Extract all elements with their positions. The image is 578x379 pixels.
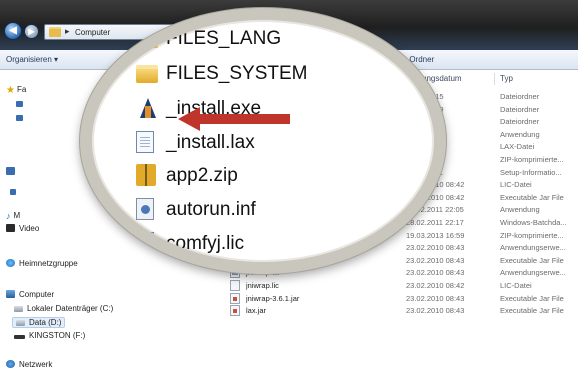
magnified-file-name: autorun.inf — [166, 199, 256, 220]
file-type: Anwendung — [500, 205, 540, 215]
nav-item-favorites[interactable]: ★ Fa — [6, 85, 26, 96]
file-row[interactable]: jniwrap.lic 23.02.2010 08:42 LIC-Datei — [222, 279, 578, 292]
jar-file-icon — [230, 292, 240, 304]
file-type: Setup-Informatio... — [500, 167, 562, 177]
file-name: jniwrap.lic — [246, 281, 279, 290]
homegroup-icon — [6, 259, 15, 267]
column-header-type[interactable]: Typ — [500, 74, 513, 83]
forward-arrow-icon: ▶ — [28, 27, 35, 36]
network-icon — [6, 360, 15, 368]
file-name: jniwrap-3.6.1.jar — [246, 293, 300, 303]
red-arrow-pointer — [178, 107, 290, 131]
nav-item-label: Computer — [19, 290, 55, 299]
file-type: Executable Jar File — [500, 255, 564, 265]
nav-item-music[interactable]: ♪ M — [6, 211, 20, 221]
back-arrow-icon: ◀ — [9, 25, 17, 36]
nav-item-label: Netzwerk — [19, 360, 53, 369]
folder-icon — [136, 30, 158, 48]
arrow-shape — [178, 107, 290, 131]
file-type: LAX-Datei — [500, 142, 535, 152]
nav-item-label: KINGSTON (F:) — [29, 331, 86, 340]
file-row[interactable]: jniwrap-3.6.1.jar 23.02.2010 08:43 Executa… — [222, 292, 578, 305]
magnified-file-name: app2.zip — [166, 165, 238, 186]
nav-item-label: Lokaler Datenträger (C:) — [27, 304, 114, 313]
nav-item-label: M — [13, 211, 21, 220]
nav-item-homegroup[interactable]: Heimnetzgruppe — [6, 259, 78, 268]
file-type: LIC-Datei — [500, 281, 532, 290]
back-button[interactable]: ◀ — [4, 22, 22, 40]
nav-item-network[interactable]: Netzwerk — [6, 360, 52, 369]
file-type: Dateiordner — [500, 117, 540, 127]
nav-item-usb[interactable]: KINGSTON (F:) — [14, 331, 85, 340]
settings-file-icon — [136, 198, 154, 220]
file-type: Windows-Batchda... — [500, 218, 567, 227]
usb-drive-icon — [14, 335, 25, 339]
text-document-icon — [136, 131, 154, 153]
file-date: 23.02.2010 08:43 — [406, 293, 465, 303]
folder-icon — [136, 65, 158, 83]
documents-icon[interactable] — [10, 189, 16, 195]
file-type: Executable Jar File — [500, 293, 564, 303]
text-file-icon — [230, 280, 240, 291]
file-type: ZIP-komprimierte... — [500, 230, 564, 240]
magnified-file-name: _install.lax — [166, 132, 255, 153]
file-type: Executable Jar File — [500, 192, 564, 202]
forward-button[interactable]: ▶ — [24, 24, 39, 39]
magnifier-callout: FILES_LANG FILES_SYSTEM _install.exe _insta… — [80, 8, 446, 274]
file-type: LIC-Datei — [500, 180, 532, 190]
nav-item-local-disk[interactable]: Lokaler Datenträger (C:) — [14, 304, 113, 313]
video-icon — [6, 224, 15, 232]
file-type: Dateiordner — [500, 104, 540, 114]
text-document-icon — [136, 232, 154, 254]
file-date: 23.02.2010 08:43 — [406, 306, 465, 316]
column-divider[interactable] — [494, 73, 495, 85]
nav-item-data-drive[interactable]: Data (D:) — [12, 317, 66, 328]
organize-menu-button[interactable]: Organisieren ▾ — [6, 55, 58, 64]
magnified-file-list: FILES_LANG FILES_SYSTEM _install.exe _insta… — [92, 20, 434, 262]
file-type: Anwendungserwe... — [500, 268, 566, 278]
nav-item-label: Video — [19, 224, 40, 233]
zip-archive-icon — [136, 164, 156, 186]
star-icon: ★ — [6, 85, 15, 96]
file-row[interactable]: lax.jar 23.02.2010 08:43 Executable Jar Fi… — [222, 304, 578, 317]
file-type: Anwendungserwe... — [500, 243, 566, 253]
hard-drive-icon — [16, 320, 25, 326]
hard-drive-icon — [14, 306, 23, 312]
jar-file-icon — [230, 305, 240, 317]
file-type: ZIP-komprimierte... — [500, 155, 564, 164]
breadcrumb-separator: ▸ — [65, 26, 70, 36]
installer-exe-icon — [136, 97, 158, 119]
folder-icon — [49, 27, 61, 37]
music-note-icon: ♪ — [6, 211, 11, 221]
magnified-file-name: FILES_SYSTEM — [166, 63, 308, 84]
nav-item-videos[interactable]: Video — [6, 224, 39, 233]
nav-item-label: Data (D:) — [29, 318, 62, 327]
desktop-icon[interactable] — [16, 101, 23, 107]
libraries-icon[interactable] — [6, 167, 15, 175]
file-date: 23.02.2010 08:43 — [406, 268, 465, 278]
computer-icon — [6, 290, 15, 298]
file-type: Dateiordner — [500, 92, 540, 101]
file-type: Executable Jar File — [500, 306, 564, 316]
magnified-file-name: comfyj.lic — [166, 233, 245, 254]
file-type: Anwendung — [500, 129, 540, 139]
file-date: 23.02.2010 08:42 — [406, 281, 465, 290]
magnified-file-name: FILES_LANG — [166, 28, 282, 49]
nav-item-computer[interactable]: Computer — [6, 290, 54, 299]
nav-item-label: Fa — [16, 85, 27, 94]
file-name: lax.jar — [246, 306, 267, 316]
downloads-icon[interactable] — [16, 115, 23, 121]
nav-item-label: Heimnetzgruppe — [19, 259, 78, 268]
